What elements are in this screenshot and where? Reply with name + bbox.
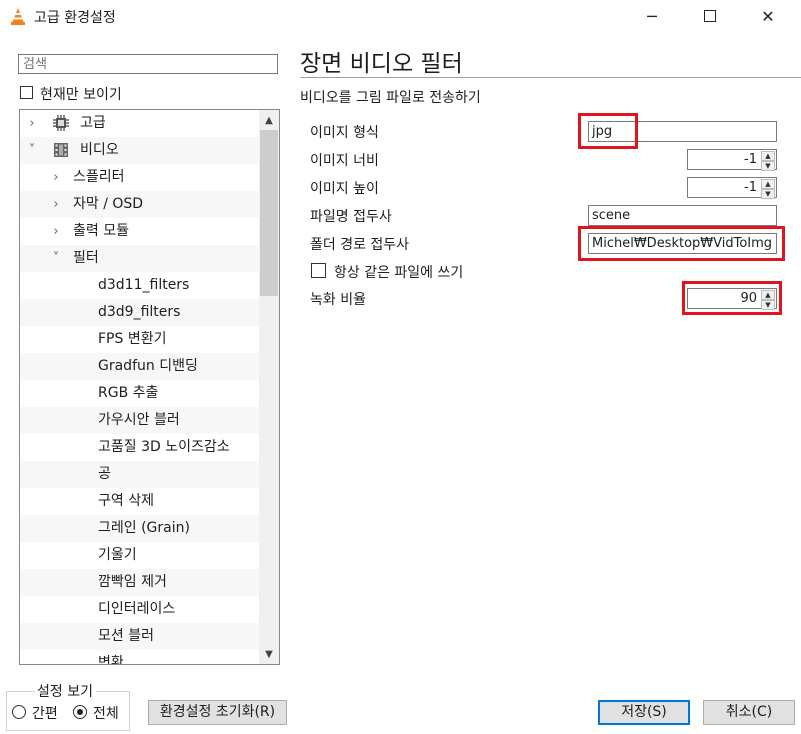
- tree-item-label: 가우시안 블러: [98, 412, 180, 428]
- spin-up-icon[interactable]: ▲: [761, 151, 775, 161]
- view-all-radio[interactable]: [73, 705, 87, 719]
- page-subtitle: 비디오를 그림 파일로 전송하기: [300, 90, 481, 106]
- show-current-only-checkbox[interactable]: [20, 86, 33, 99]
- chevron-down-icon[interactable]: ˅: [49, 245, 63, 272]
- reset-preferences-button[interactable]: 환경설정 초기화(R): [148, 700, 287, 725]
- page-title: 장면 비디오 필터: [300, 51, 463, 77]
- tree-item-video[interactable]: ˅ 비디오: [20, 137, 260, 164]
- image-format-label: 이미지 형식: [310, 125, 379, 141]
- spin-down-icon[interactable]: ▼: [761, 189, 775, 199]
- tree-item-label: 출력 모듈: [73, 223, 129, 239]
- tree-item-motion-blur[interactable]: 모션 블러: [20, 623, 260, 650]
- view-settings-legend: 설정 보기: [34, 681, 96, 701]
- title-bar: [0, 0, 801, 32]
- chevron-right-icon[interactable]: ›: [49, 218, 63, 245]
- tree-item-label: 비디오: [80, 142, 119, 158]
- tree-item-gradfun[interactable]: Gradfun 디밴딩: [20, 353, 260, 380]
- chevron-right-icon[interactable]: ›: [49, 164, 63, 191]
- always-overwrite-checkbox[interactable]: [311, 263, 326, 278]
- filename-prefix-input[interactable]: scene: [588, 205, 777, 226]
- tree-item-output-modules[interactable]: › 출력 모듈: [20, 218, 260, 245]
- show-current-only-label: 현재만 보이기: [40, 87, 122, 103]
- chevron-right-icon[interactable]: ›: [25, 110, 39, 137]
- tree-item-fps-converter[interactable]: FPS 변환기: [20, 326, 260, 353]
- title-divider: [300, 77, 801, 78]
- tree-item-label: FPS 변환기: [98, 331, 167, 347]
- cancel-button[interactable]: 취소(C): [703, 700, 795, 725]
- tree-item-label: d3d11_filters: [98, 277, 190, 293]
- view-simple-radio[interactable]: [12, 705, 26, 719]
- image-height-label: 이미지 높이: [310, 181, 379, 197]
- tree-item-label: 모션 블러: [98, 628, 154, 644]
- vlc-cone-icon: [11, 8, 25, 25]
- tree-item-label: 필터: [73, 250, 99, 266]
- spin-down-icon[interactable]: ▼: [761, 161, 775, 171]
- save-button[interactable]: 저장(S): [598, 700, 690, 725]
- tree-item-subtitles-osd[interactable]: › 자막 / OSD: [20, 191, 260, 218]
- category-tree[interactable]: › 고급 ˅ 비디오 › 스플리터 › 자막 / OSD › 출력 모듈 ˅ 필…: [19, 109, 280, 665]
- scroll-up-arrow-icon[interactable]: ▲: [259, 110, 279, 130]
- view-simple-label: 간편: [32, 706, 58, 722]
- highlight-box: [682, 281, 782, 315]
- tree-item-label: 깜빡임 제거: [98, 574, 167, 590]
- view-all-label: 전체: [93, 706, 119, 722]
- maximize-icon: [704, 10, 716, 22]
- chevron-right-icon[interactable]: ›: [49, 191, 63, 218]
- tree-item-label: 구역 삭제: [98, 493, 154, 509]
- tree-item-deinterlace[interactable]: 디인터레이스: [20, 596, 260, 623]
- filename-prefix-label: 파일명 접두사: [310, 209, 392, 225]
- tree-item-filters[interactable]: ˅ 필터: [20, 245, 260, 272]
- minimize-button[interactable]: ─: [629, 0, 675, 32]
- tree-item-label: 고품질 3D 노이즈감소: [98, 439, 230, 455]
- tree-item-gradient[interactable]: 기울기: [20, 542, 260, 569]
- video-icon: [54, 143, 68, 157]
- scrollbar-thumb[interactable]: [260, 130, 278, 296]
- tree-item-label: RGB 추출: [98, 385, 159, 401]
- tree-item-splitter[interactable]: › 스플리터: [20, 164, 260, 191]
- chevron-down-icon[interactable]: ˅: [25, 137, 39, 164]
- image-width-label: 이미지 너비: [310, 153, 379, 169]
- tree-item-antiflicker[interactable]: 깜빡임 제거: [20, 569, 260, 596]
- tree-item-advanced[interactable]: › 고급: [20, 110, 260, 137]
- folder-path-prefix-label: 폴더 경로 접두사: [310, 237, 410, 253]
- tree-item-label: 디인터레이스: [98, 601, 176, 617]
- tree-item-hq-denoise[interactable]: 고품질 3D 노이즈감소: [20, 434, 260, 461]
- tree-item-label: 그레인 (Grain): [98, 520, 190, 536]
- search-input[interactable]: [18, 54, 278, 74]
- tree-item-label: d3d9_filters: [98, 304, 181, 320]
- spin-value: -1: [744, 180, 757, 195]
- image-width-spinbox[interactable]: -1 ▲ ▼: [687, 149, 777, 171]
- tree-item-label: 고급: [80, 115, 106, 131]
- tree-item-label: 스플리터: [73, 169, 125, 185]
- highlight-box: [578, 226, 785, 261]
- spin-value: -1: [744, 152, 757, 167]
- spin-up-icon[interactable]: ▲: [761, 179, 775, 189]
- tree-item-ball[interactable]: 공: [20, 461, 260, 488]
- close-icon: ✕: [761, 6, 775, 26]
- image-height-spinbox[interactable]: -1 ▲ ▼: [687, 177, 777, 199]
- tree-item-label: Gradfun 디밴딩: [98, 358, 198, 374]
- tree-item-label: 자막 / OSD: [73, 196, 144, 212]
- tree-item-label: 변환: [98, 655, 124, 665]
- recording-ratio-label: 녹화 비율: [310, 292, 366, 308]
- tree-item-rgb-extract[interactable]: RGB 추출: [20, 380, 260, 407]
- minimize-icon: ─: [647, 6, 657, 26]
- tree-item-d3d11-filters[interactable]: d3d11_filters: [20, 272, 260, 299]
- highlight-box: [578, 113, 638, 149]
- tree-item-label: 기울기: [98, 547, 137, 563]
- tree-item-label: 공: [98, 466, 111, 482]
- tree-item-transform[interactable]: 변환: [20, 650, 260, 665]
- chip-icon: [53, 115, 69, 131]
- tree-item-grain[interactable]: 그레인 (Grain): [20, 515, 260, 542]
- window-title: 고급 환경설정: [34, 10, 116, 26]
- tree-item-gaussian-blur[interactable]: 가우시안 블러: [20, 407, 260, 434]
- maximize-button[interactable]: [687, 0, 733, 32]
- close-button[interactable]: ✕: [745, 0, 791, 32]
- scroll-down-arrow-icon[interactable]: ▼: [259, 644, 279, 664]
- always-overwrite-label: 항상 같은 파일에 쓰기: [334, 265, 464, 281]
- tree-item-d3d9-filters[interactable]: d3d9_filters: [20, 299, 260, 326]
- tree-item-erase[interactable]: 구역 삭제: [20, 488, 260, 515]
